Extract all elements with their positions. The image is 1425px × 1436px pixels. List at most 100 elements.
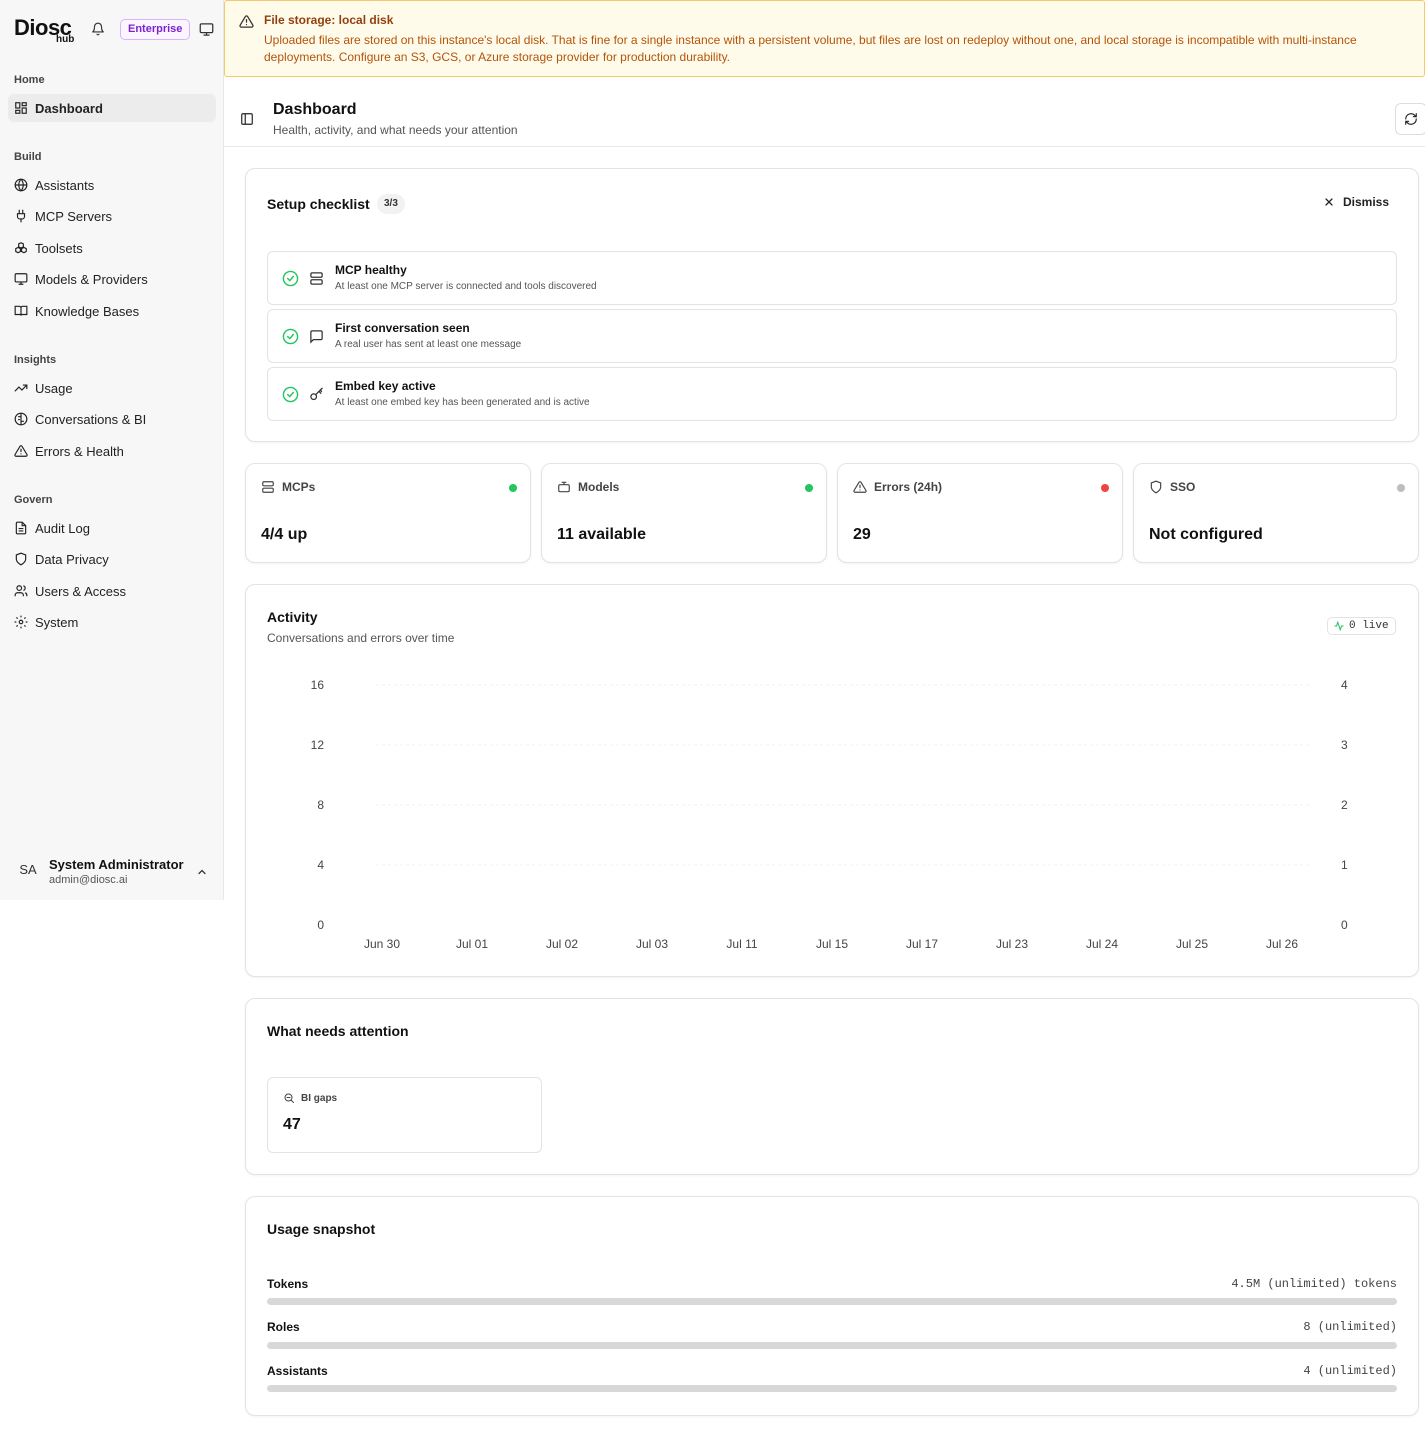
stat-card-sso[interactable]: SSO Not configured (1133, 463, 1419, 563)
y-left-tick-label: 12 (311, 738, 325, 752)
nav-section-insights: Insights (14, 354, 57, 366)
attention-card: What needs attention BI gaps 47 (245, 998, 1419, 1175)
search-icon (284, 1093, 294, 1103)
globe-icon (14, 178, 28, 192)
sidebar-item-mcp-servers[interactable]: MCP Servers (8, 202, 216, 230)
x-tick-label: Jul 23 (996, 937, 1028, 951)
usage-row-label: Assistants (267, 1364, 328, 1378)
attention-item-bi-gaps[interactable]: BI gaps 47 (267, 1077, 542, 1153)
bell-icon[interactable] (91, 22, 105, 36)
activity-chart-svg: 048121601234Jun 30 Jul 01 Jul 02 Jul 03 Jul … (311, 678, 1348, 951)
sidebar-toggle-icon[interactable] (240, 112, 254, 126)
user-menu[interactable]: SA System Administrator admin@diosc.ai (0, 846, 224, 894)
sidebar-item-models-providers[interactable]: Models & Providers (8, 265, 216, 293)
close-icon (1325, 198, 1333, 206)
nav-section-home: Home (14, 74, 45, 86)
check-circle-icon (282, 270, 299, 287)
server-icon (262, 481, 274, 493)
brain-icon (14, 412, 28, 426)
checklist-item-title: MCP healthy (335, 263, 407, 277)
brand-logo[interactable]: Diosc hub (14, 16, 84, 46)
stat-value: 11 available (557, 526, 646, 543)
stat-card-errors[interactable]: Errors (24h) 29 (837, 463, 1123, 563)
sidebar-item-label: Usage (35, 380, 73, 396)
warning-icon (853, 481, 867, 493)
x-tick-label: Jul 11 (726, 937, 757, 951)
y-left-tick-label: 16 (311, 678, 325, 692)
checklist-title: Setup checklist (267, 196, 370, 212)
file-text-icon (15, 521, 27, 535)
x-tick-label: Jul 24 (1086, 937, 1118, 951)
storage-warning-banner: File storage: local disk Uploaded files … (224, 0, 1425, 77)
y-right-tick-label: 1 (1341, 858, 1348, 872)
sidebar-item-knowledge-bases[interactable]: Knowledge Bases (8, 297, 216, 325)
checklist-item-desc: At least one MCP server is connected and… (335, 281, 597, 292)
user-email: admin@diosc.ai (49, 874, 128, 886)
trending-icon (14, 384, 28, 392)
gear-icon (14, 615, 28, 629)
checklist-item-embed-key: Embed key active At least one embed key … (267, 367, 1397, 421)
stat-label: MCPs (261, 480, 315, 494)
usage-progress-bar (267, 1342, 1397, 1349)
checklist-item-desc: At least one embed key has been generate… (335, 397, 590, 408)
page-subtitle: Health, activity, and what needs your at… (273, 123, 518, 137)
sidebar-item-errors-health[interactable]: Errors & Health (8, 437, 216, 465)
chevron-up-icon[interactable] (196, 866, 208, 878)
stat-label-text: Models (578, 480, 620, 494)
dismiss-button[interactable]: Dismiss (1323, 195, 1389, 209)
warning-icon (14, 445, 28, 457)
stat-label: Models (557, 480, 619, 494)
shield-icon (15, 552, 27, 566)
edition-badge: Enterprise (120, 19, 191, 40)
sidebar-item-usage[interactable]: Usage (8, 374, 216, 402)
refresh-icon (1405, 113, 1417, 125)
check-circle-icon (282, 328, 299, 345)
nav-section-build: Build (14, 151, 42, 163)
check-circle-icon (282, 386, 299, 403)
sidebar-item-label: Assistants (35, 177, 95, 193)
shield-icon (1150, 480, 1162, 494)
key-icon (310, 387, 323, 401)
usage-row-value: 4 (unlimited) (1303, 1364, 1397, 1378)
sidebar: Diosc hub Enterprise Home Dashboard Buil… (0, 0, 224, 900)
sidebar-item-users-access[interactable]: Users & Access (8, 577, 216, 605)
sidebar-item-system[interactable]: System (8, 608, 216, 636)
checklist-item-title: Embed key active (335, 379, 436, 393)
usage-row-value: 4.5M (unlimited) tokens (1231, 1277, 1397, 1291)
sidebar-item-audit-log[interactable]: Audit Log (8, 514, 216, 542)
x-tick-label: Jul 26 (1266, 937, 1298, 951)
usage-row-label: Roles (267, 1320, 300, 1334)
x-tick-label: Jun 30 (364, 937, 400, 951)
usage-row-label: Tokens (267, 1277, 309, 1291)
plug-icon (16, 209, 26, 223)
sidebar-item-assistants[interactable]: Assistants (8, 171, 216, 199)
x-tick-label: Jul 03 (636, 937, 668, 951)
sidebar-item-dashboard[interactable]: Dashboard (8, 94, 216, 122)
monitor-icon[interactable] (199, 22, 214, 37)
status-dot (1101, 484, 1109, 492)
sidebar-item-data-privacy[interactable]: Data Privacy (8, 545, 216, 573)
stat-value: 4/4 up (261, 526, 308, 543)
y-right-tick-label: 3 (1341, 738, 1348, 752)
users-icon (14, 585, 28, 597)
stat-card-mcps[interactable]: MCPs 4/4 up (245, 463, 531, 563)
usage-progress-bar (267, 1298, 1397, 1305)
y-right-tick-label: 0 (1341, 918, 1348, 932)
sidebar-item-toolsets[interactable]: Toolsets (8, 234, 216, 262)
sidebar-item-label: MCP Servers (35, 208, 113, 224)
x-tick-label: Jul 15 (816, 937, 848, 951)
checklist-item-conversation: First conversation seen A real user has … (267, 309, 1397, 363)
page-title: Dashboard (273, 101, 357, 118)
stat-card-models[interactable]: Models 11 available (541, 463, 827, 563)
sidebar-item-label: Users & Access (35, 583, 127, 599)
sidebar-item-label: Conversations & BI (35, 411, 147, 427)
refresh-button[interactable] (1395, 103, 1425, 135)
message-icon (310, 330, 323, 344)
checklist-item-mcp: MCP healthy At least one MCP server is c… (267, 251, 1397, 305)
sidebar-item-label: Errors & Health (35, 443, 124, 459)
server-icon (310, 272, 323, 285)
user-name: System Administrator (49, 857, 184, 872)
stat-label: Errors (24h) (853, 480, 942, 494)
sidebar-item-conversations-bi[interactable]: Conversations & BI (8, 405, 216, 433)
sidebar-item-label: Audit Log (35, 520, 90, 536)
